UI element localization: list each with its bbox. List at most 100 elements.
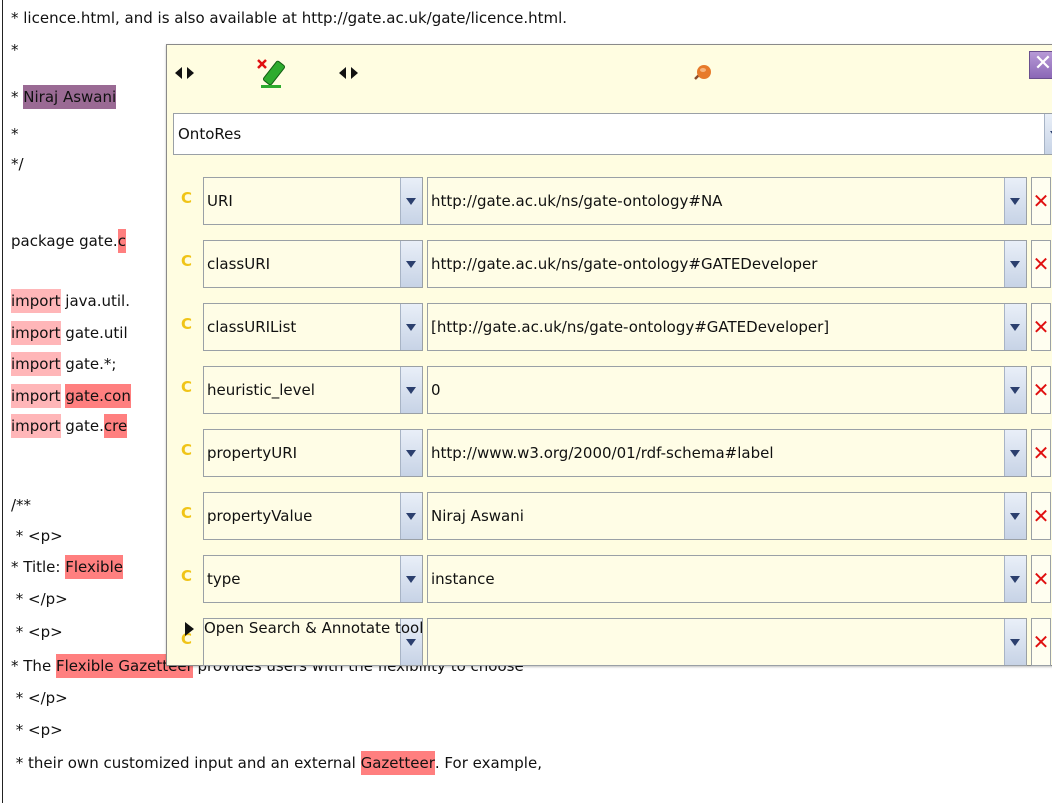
expand-triangle-icon <box>185 621 194 636</box>
close-button[interactable]: ✕ <box>1029 51 1052 79</box>
close-icon[interactable]: ✕ <box>1034 51 1052 76</box>
delete-feature-button[interactable]: ✕ <box>1031 177 1051 225</box>
code-text: * <p> <box>11 623 63 641</box>
feature-value: [http://gate.ac.uk/ns/gate-ontology#GATE… <box>431 318 830 336</box>
feature-name: propertyValue <box>207 507 313 525</box>
code-text: * </p> <box>11 689 68 707</box>
code-text: * <box>11 41 19 59</box>
delete-feature-button[interactable]: ✕ <box>1031 429 1051 477</box>
feature-value-combo[interactable]: 0 <box>427 366 1027 414</box>
feature-name-combo[interactable]: heuristic_level <box>203 366 423 414</box>
chevron-down-icon[interactable] <box>1004 304 1026 350</box>
feature-marker-icon: C <box>181 315 193 333</box>
chevron-down-icon[interactable] <box>1044 114 1052 154</box>
delete-icon: ✕ <box>1032 630 1050 654</box>
chevron-down-icon[interactable] <box>400 241 422 287</box>
delete-annotation-pen-icon[interactable] <box>255 57 289 91</box>
code-text: . For example, <box>434 754 542 772</box>
code-line: * licence.html, and is also available at… <box>11 6 567 30</box>
previous-next-arrows-icon[interactable] <box>175 65 205 81</box>
highlighted-annotation[interactable]: import <box>11 352 61 376</box>
annotation-editor-popup[interactable]: ✕ OntoRes C URI http://gate.ac.uk/ns/gate-… <box>166 44 1052 666</box>
chevron-down-icon[interactable] <box>1004 241 1026 287</box>
highlighted-annotation[interactable]: import <box>11 289 61 313</box>
code-text: * their own customized input and an exte… <box>11 754 361 772</box>
highlighted-annotation[interactable]: import <box>11 321 61 345</box>
feature-value-combo[interactable]: instance <box>427 555 1027 603</box>
feature-value: http://www.w3.org/2000/01/rdf-schema#lab… <box>431 444 774 462</box>
chevron-down-icon[interactable] <box>1004 619 1026 665</box>
code-text: gate. <box>60 417 104 435</box>
feature-value-combo[interactable]: [http://gate.ac.uk/ns/gate-ontology#GATE… <box>427 303 1027 351</box>
chevron-down-icon[interactable] <box>1004 430 1026 476</box>
feature-marker-icon: C <box>181 504 193 522</box>
open-search-annotate-toggle[interactable]: Open Search & Annotate tool <box>185 613 423 643</box>
highlighted-annotation[interactable]: Niraj Aswani <box>23 85 117 109</box>
feature-name: type <box>207 570 241 588</box>
code-text: package gate. <box>11 232 118 250</box>
feature-value-combo[interactable]: http://gate.ac.uk/ns/gate-ontology#NA <box>427 177 1027 225</box>
chevron-down-icon[interactable] <box>400 493 422 539</box>
code-line: * </p> <box>11 686 68 710</box>
delete-feature-button[interactable]: ✕ <box>1031 555 1051 603</box>
feature-marker-icon: C <box>181 252 193 270</box>
delete-feature-button[interactable]: ✕ <box>1031 492 1051 540</box>
code-line: * <box>11 122 19 146</box>
feature-value-combo[interactable]: http://www.w3.org/2000/01/rdf-schema#lab… <box>427 429 1027 477</box>
feature-value: http://gate.ac.uk/ns/gate-ontology#NA <box>431 192 723 210</box>
pin-icon[interactable] <box>691 63 713 85</box>
previous-next-arrows-icon[interactable] <box>339 65 369 81</box>
chevron-down-icon[interactable] <box>1004 493 1026 539</box>
code-line: * <box>11 38 19 62</box>
feature-name: classURIList <box>207 318 297 336</box>
feature-value: http://gate.ac.uk/ns/gate-ontology#GATED… <box>431 255 818 273</box>
highlighted-annotation[interactable]: Flexible <box>65 555 123 579</box>
feature-name-combo[interactable]: type <box>203 555 423 603</box>
code-line: * Title: Flexible <box>11 555 123 579</box>
code-text: java.util. <box>60 292 130 310</box>
highlighted-annotation[interactable]: import <box>11 414 61 438</box>
delete-feature-button[interactable]: ✕ <box>1031 303 1051 351</box>
feature-value-combo[interactable] <box>427 618 1027 666</box>
feature-name: classURI <box>207 255 271 273</box>
feature-name-combo[interactable]: propertyValue <box>203 492 423 540</box>
highlighted-annotation[interactable]: Gazetteer <box>360 751 435 775</box>
feature-value: 0 <box>431 381 441 399</box>
delete-icon: ✕ <box>1032 441 1050 465</box>
highlighted-annotation[interactable]: cre <box>103 414 128 438</box>
highlighted-annotation[interactable]: c <box>117 229 126 253</box>
code-line: /** <box>11 493 31 517</box>
annotation-editor-toolbar: ✕ <box>167 45 1052 105</box>
chevron-down-icon[interactable] <box>400 556 422 602</box>
chevron-down-icon[interactable] <box>1004 367 1026 413</box>
highlighted-annotation[interactable]: import <box>11 384 61 408</box>
chevron-down-icon[interactable] <box>1004 178 1026 224</box>
feature-name-combo[interactable]: classURIList <box>203 303 423 351</box>
feature-row: CpropertyURI http://www.w3.org/2000/01/rd… <box>173 425 1052 481</box>
chevron-down-icon[interactable] <box>400 178 422 224</box>
chevron-down-icon[interactable] <box>400 304 422 350</box>
chevron-down-icon[interactable] <box>1004 556 1026 602</box>
feature-name-combo[interactable]: propertyURI <box>203 429 423 477</box>
feature-name-combo[interactable]: URI <box>203 177 423 225</box>
annotation-type-combo[interactable]: OntoRes <box>173 113 1052 155</box>
code-line: import gate.util <box>11 321 128 345</box>
delete-icon: ✕ <box>1032 378 1050 402</box>
chevron-down-icon[interactable] <box>400 430 422 476</box>
code-text: * Title: <box>11 558 66 576</box>
delete-feature-button[interactable]: ✕ <box>1031 240 1051 288</box>
feature-value-combo[interactable]: Niraj Aswani <box>427 492 1027 540</box>
delete-icon: ✕ <box>1032 252 1050 276</box>
code-line: * Niraj Aswani <box>11 85 117 109</box>
delete-feature-button[interactable]: ✕ <box>1031 618 1051 666</box>
code-line: import gate.cre <box>11 414 128 438</box>
feature-name-combo[interactable]: classURI <box>203 240 423 288</box>
code-line: * <p> <box>11 620 63 644</box>
chevron-down-icon[interactable] <box>400 367 422 413</box>
feature-value-combo[interactable]: http://gate.ac.uk/ns/gate-ontology#GATED… <box>427 240 1027 288</box>
highlighted-annotation[interactable]: gate.con <box>65 384 131 408</box>
feature-marker-icon: C <box>181 189 193 207</box>
code-text: * <p> <box>11 721 63 739</box>
code-line: * <p> <box>11 718 63 742</box>
delete-feature-button[interactable]: ✕ <box>1031 366 1051 414</box>
